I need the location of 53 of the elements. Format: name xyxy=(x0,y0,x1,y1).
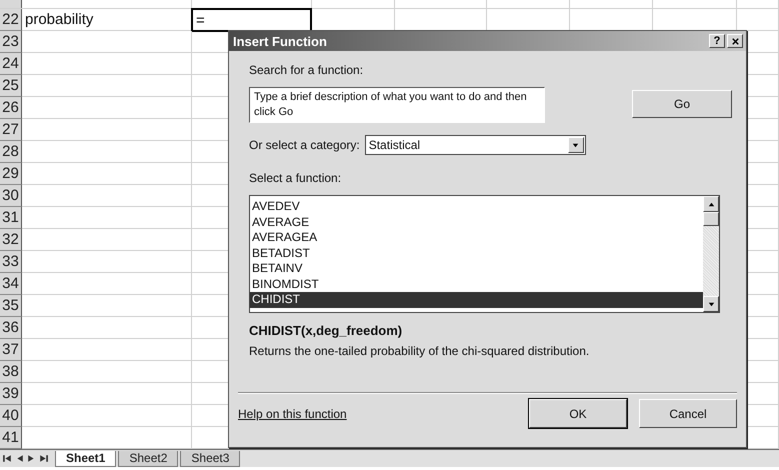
table-cell: probability xyxy=(22,9,192,30)
row-header[interactable]: 29 xyxy=(0,163,22,185)
row-header[interactable]: 30 xyxy=(0,185,22,207)
help-button[interactable]: ? xyxy=(709,34,725,48)
close-icon xyxy=(730,36,740,46)
search-label: Search for a function: xyxy=(249,63,364,77)
row-header[interactable]: 39 xyxy=(0,383,22,405)
row-header[interactable]: 27 xyxy=(0,119,22,141)
first-sheet-icon[interactable] xyxy=(2,453,13,464)
sheet-tab[interactable]: Sheet3 xyxy=(180,450,240,466)
list-item[interactable]: BINOMDIST xyxy=(250,276,703,292)
category-dropdown[interactable]: Statistical xyxy=(364,135,586,155)
last-sheet-icon[interactable] xyxy=(38,453,49,464)
help-link[interactable]: Help on this function xyxy=(238,406,347,420)
row-header[interactable]: 26 xyxy=(0,97,22,119)
row-header[interactable] xyxy=(0,0,22,8)
row-header[interactable]: 35 xyxy=(0,295,22,317)
list-item[interactable]: AVEDEV xyxy=(250,199,703,214)
close-button[interactable] xyxy=(727,34,743,48)
row-header[interactable]: 34 xyxy=(0,273,22,295)
list-item[interactable]: CHIDIST xyxy=(250,292,703,308)
row-header[interactable]: 33 xyxy=(0,251,22,273)
list-item[interactable]: BETAINV xyxy=(250,261,703,276)
row-header[interactable]: 41 xyxy=(0,427,22,449)
row-header[interactable]: 28 xyxy=(0,141,22,163)
row-header[interactable]: 31 xyxy=(0,207,22,229)
ok-button[interactable]: OK xyxy=(529,399,627,428)
scrollbar-thumb[interactable] xyxy=(703,212,719,226)
go-button[interactable]: Go xyxy=(632,90,732,118)
row-header[interactable]: 22 xyxy=(0,9,22,31)
row-header[interactable]: 23 xyxy=(0,31,22,53)
list-item[interactable]: AVERAGE xyxy=(250,214,703,230)
function-description: Returns the one-tailed probability of the chi-squared distribution. xyxy=(249,344,590,358)
dropdown-arrow-icon xyxy=(571,140,580,150)
row-header[interactable]: 32 xyxy=(0,229,22,251)
row-header[interactable]: 37 xyxy=(0,339,22,361)
category-label: Or select a category: xyxy=(249,138,360,152)
sheet-tab[interactable]: Sheet2 xyxy=(118,450,178,466)
window-title: Insert Function xyxy=(233,34,327,48)
list-item[interactable]: AVERAGEA xyxy=(250,230,703,246)
list-item[interactable]: BETADIST xyxy=(250,246,703,261)
search-field[interactable]: Type a brief description of what you want to do and then click Go xyxy=(249,87,545,123)
cancel-button[interactable]: Cancel xyxy=(639,399,737,428)
sheet-tab[interactable]: Sheet1 xyxy=(55,450,116,466)
row-header[interactable]: 38 xyxy=(0,361,22,383)
row-header[interactable]: 24 xyxy=(0,53,22,75)
scroll-down-icon[interactable] xyxy=(706,300,716,308)
row-header[interactable]: 36 xyxy=(0,317,22,339)
row-header[interactable]: 25 xyxy=(0,75,22,97)
row-header[interactable]: 40 xyxy=(0,405,22,427)
scrollbar[interactable] xyxy=(703,196,719,312)
function-signature: CHIDIST(x,deg_freedom) xyxy=(249,323,404,338)
function-label: Select a function: xyxy=(249,171,342,185)
